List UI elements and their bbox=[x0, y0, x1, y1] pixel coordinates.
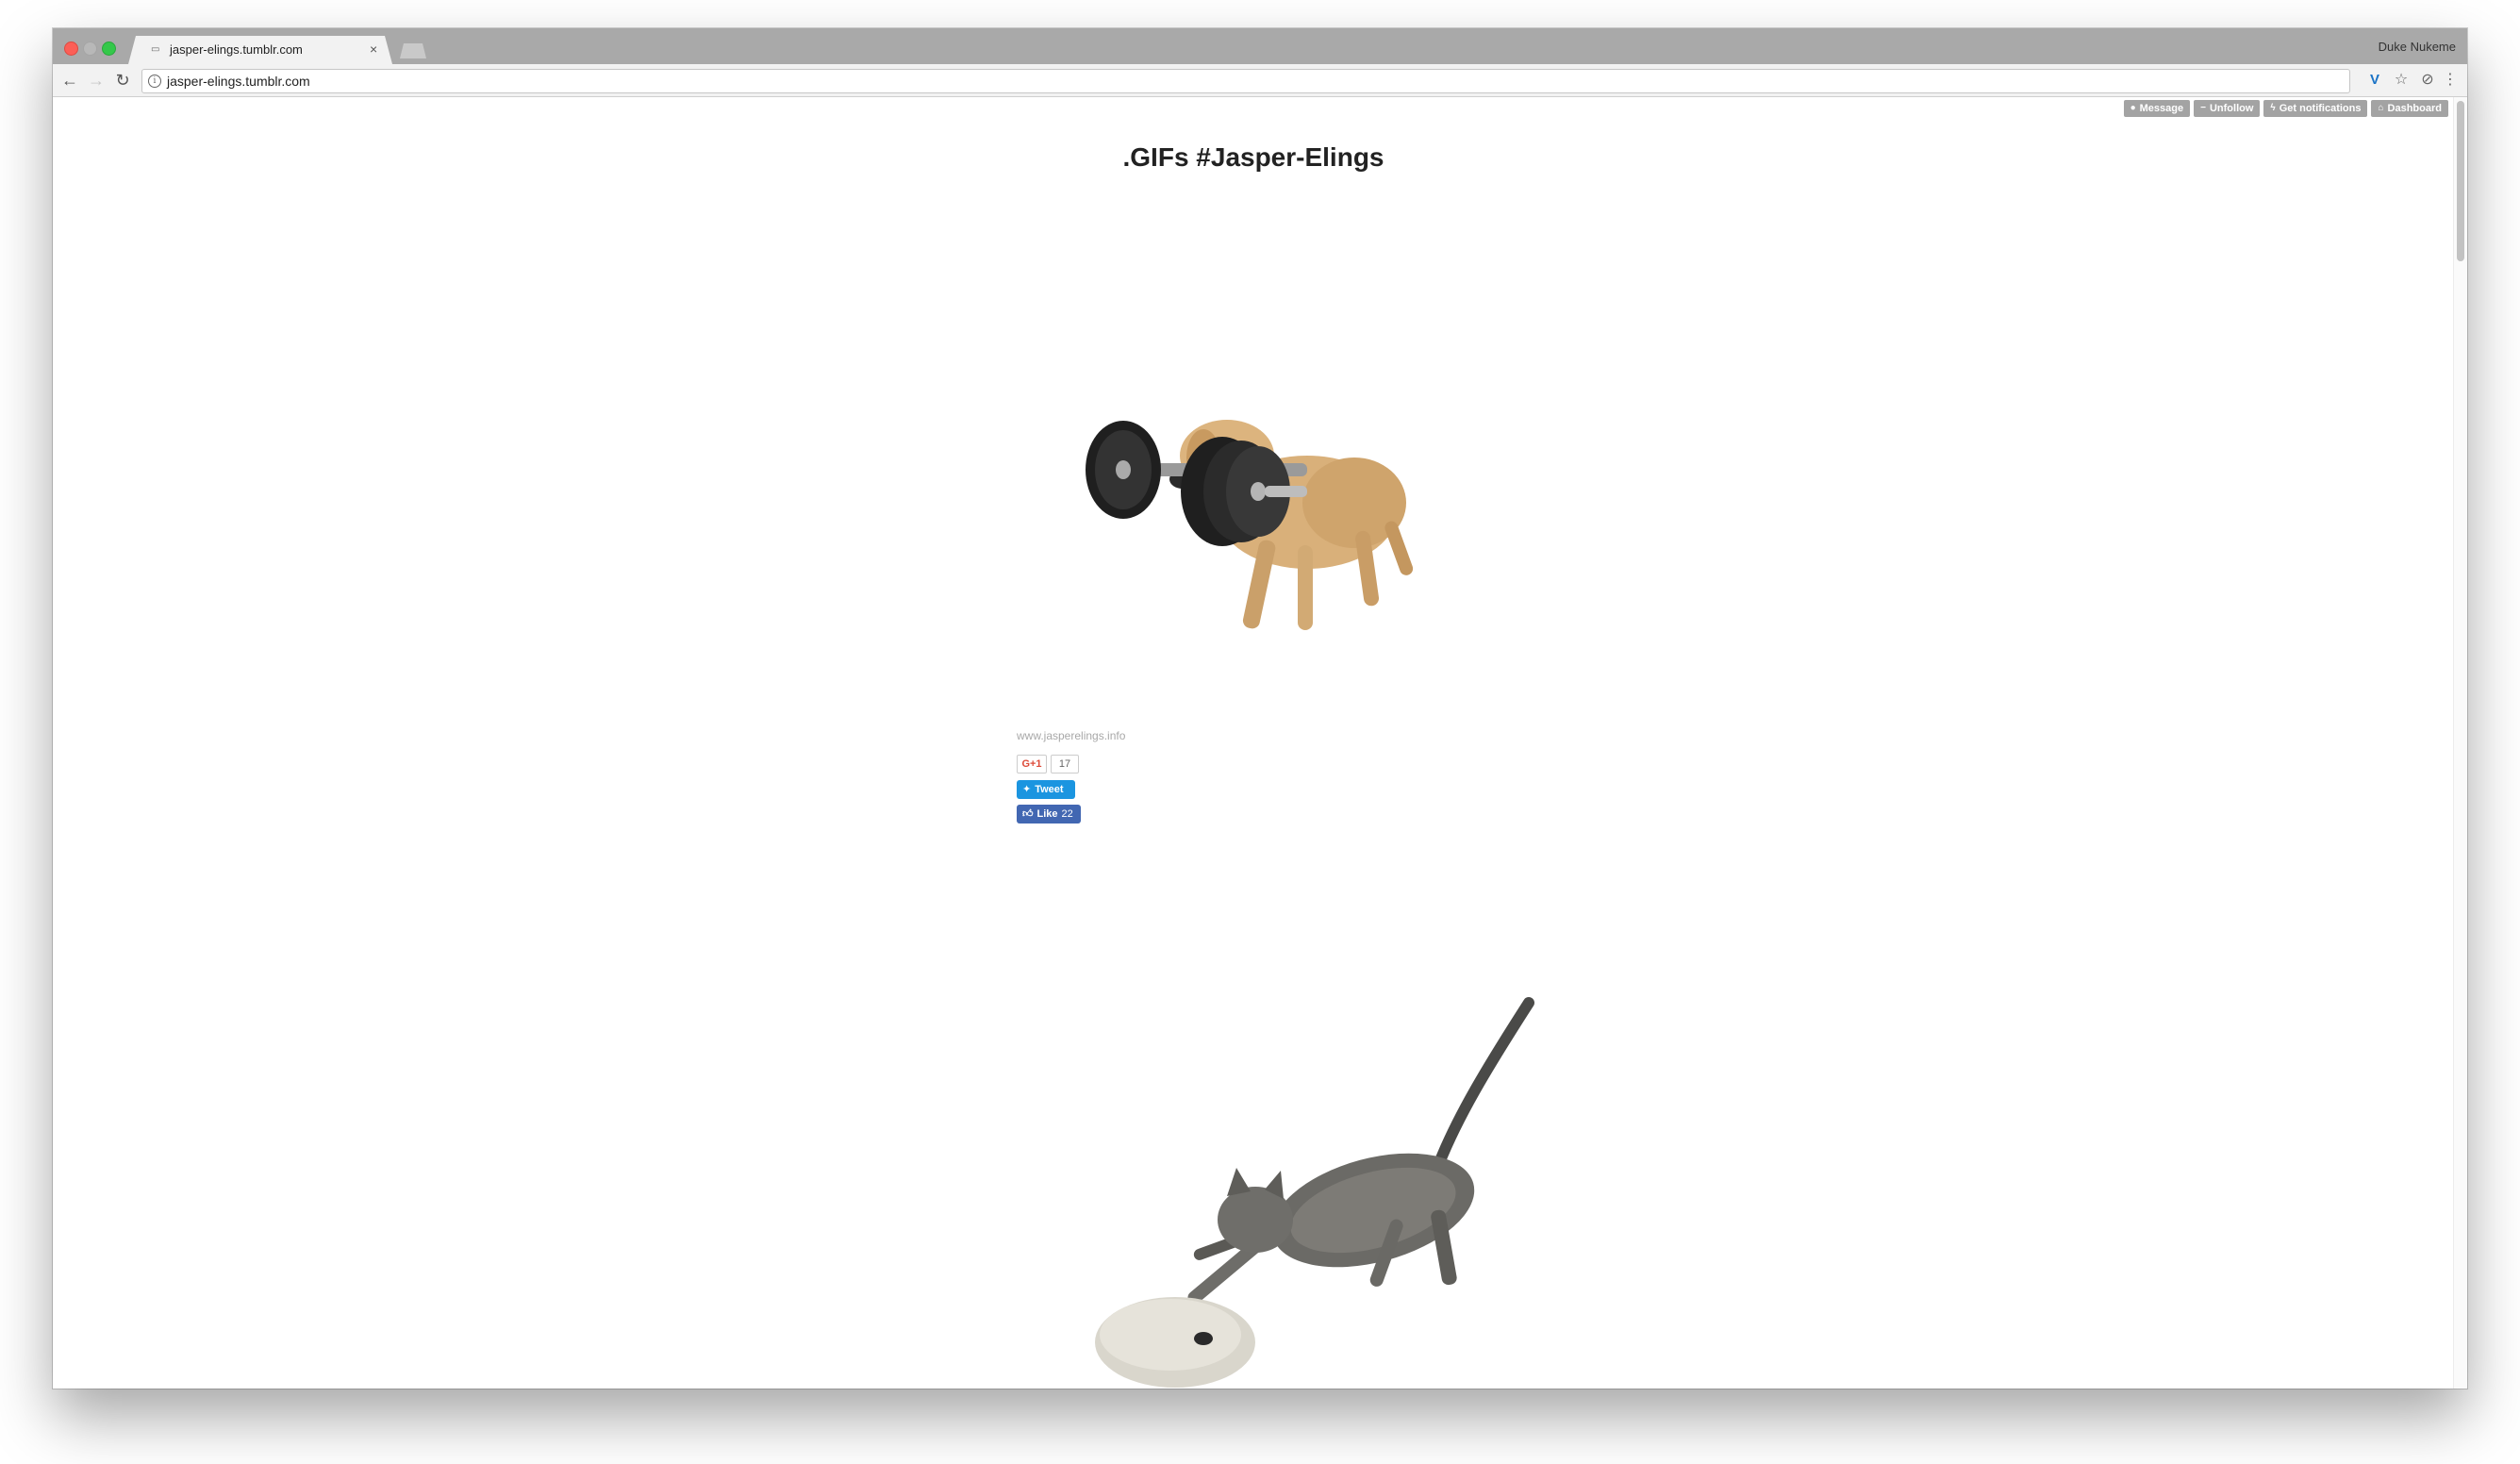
lightning-icon: ϟ bbox=[2270, 103, 2276, 113]
page-scrollbar[interactable] bbox=[2453, 97, 2467, 1389]
source-link[interactable]: www.jasperelings.info bbox=[1017, 729, 1125, 742]
google-plus-widget: G+1 17 bbox=[1017, 755, 1079, 774]
twitter-bird-icon: ✦ bbox=[1022, 784, 1032, 795]
extension-shield-icon[interactable]: ⊘ bbox=[2416, 69, 2439, 92]
unfollow-label: Unfollow bbox=[2209, 103, 2254, 114]
scrollbar-thumb[interactable] bbox=[2457, 101, 2464, 261]
browser-menu-icon[interactable]: ⋮ bbox=[2439, 69, 2462, 92]
browser-window: ▭ jasper-elings.tumblr.com × Duke Nukeme… bbox=[53, 28, 2467, 1389]
tab-favicon-icon: ▭ bbox=[151, 44, 160, 55]
google-plus-button[interactable]: G+1 bbox=[1017, 755, 1047, 774]
tweet-button[interactable]: ✦ Tweet bbox=[1017, 780, 1075, 799]
page-viewport: ● Message − Unfollow ϟ Get notifications… bbox=[53, 97, 2467, 1389]
message-label: Message bbox=[2139, 103, 2184, 114]
thumbs-up-icon: 👍︎ bbox=[1022, 808, 1034, 820]
tab-close-icon[interactable]: × bbox=[370, 42, 377, 57]
get-notifications-label: Get notifications bbox=[2279, 103, 2362, 114]
dashboard-label: Dashboard bbox=[2387, 103, 2442, 114]
maximize-window-button[interactable] bbox=[102, 42, 116, 56]
blog-title[interactable]: .GIFs #Jasper-Elings bbox=[53, 142, 2454, 173]
tweet-label: Tweet bbox=[1035, 784, 1064, 795]
dog-dumbbell-image[interactable] bbox=[1071, 390, 1449, 673]
message-button[interactable]: ● Message bbox=[2123, 100, 2191, 117]
tumblr-controls: ● Message − Unfollow ϟ Get notifications… bbox=[2123, 100, 2448, 117]
message-icon: ● bbox=[2130, 103, 2136, 113]
forward-arrow-icon[interactable]: → bbox=[85, 69, 108, 92]
active-tab[interactable]: ▭ jasper-elings.tumblr.com × bbox=[128, 36, 392, 64]
browser-toolbar: ← → ↻ i jasper-elings.tumblr.com V ☆ ⊘ ⋮ bbox=[53, 64, 2467, 97]
bookmark-star-icon[interactable]: ☆ bbox=[2390, 69, 2412, 92]
minimize-window-button[interactable] bbox=[83, 42, 97, 56]
google-plus-count: 17 bbox=[1051, 755, 1079, 774]
like-label: Like bbox=[1036, 808, 1058, 820]
address-bar[interactable]: i jasper-elings.tumblr.com bbox=[141, 69, 2350, 93]
tab-strip: ▭ jasper-elings.tumblr.com × Duke Nukeme bbox=[53, 28, 2467, 64]
back-arrow-icon[interactable]: ← bbox=[58, 69, 81, 92]
dashboard-button[interactable]: ⌂ Dashboard bbox=[2371, 100, 2448, 117]
desktop-background: ▭ jasper-elings.tumblr.com × Duke Nukeme… bbox=[0, 0, 2520, 1464]
get-notifications-button[interactable]: ϟ Get notifications bbox=[2263, 100, 2368, 117]
unfollow-button[interactable]: − Unfollow bbox=[2194, 100, 2261, 117]
close-window-button[interactable] bbox=[64, 42, 78, 56]
extension-v-icon[interactable]: V bbox=[2363, 69, 2386, 92]
address-bar-url[interactable]: jasper-elings.tumblr.com bbox=[167, 74, 310, 89]
facebook-like-button[interactable]: 👍︎ Like 22 bbox=[1017, 805, 1081, 824]
like-count: 22 bbox=[1061, 808, 1073, 820]
new-tab-button[interactable] bbox=[400, 43, 426, 58]
minus-icon: − bbox=[2200, 103, 2206, 113]
cat-mouse-image[interactable] bbox=[1062, 993, 1552, 1389]
reload-icon[interactable]: ↻ bbox=[111, 69, 134, 92]
profile-name[interactable]: Duke Nukeme bbox=[2379, 40, 2456, 54]
site-info-icon[interactable]: i bbox=[148, 75, 161, 88]
home-icon: ⌂ bbox=[2378, 103, 2384, 113]
tab-title: jasper-elings.tumblr.com bbox=[170, 42, 303, 57]
